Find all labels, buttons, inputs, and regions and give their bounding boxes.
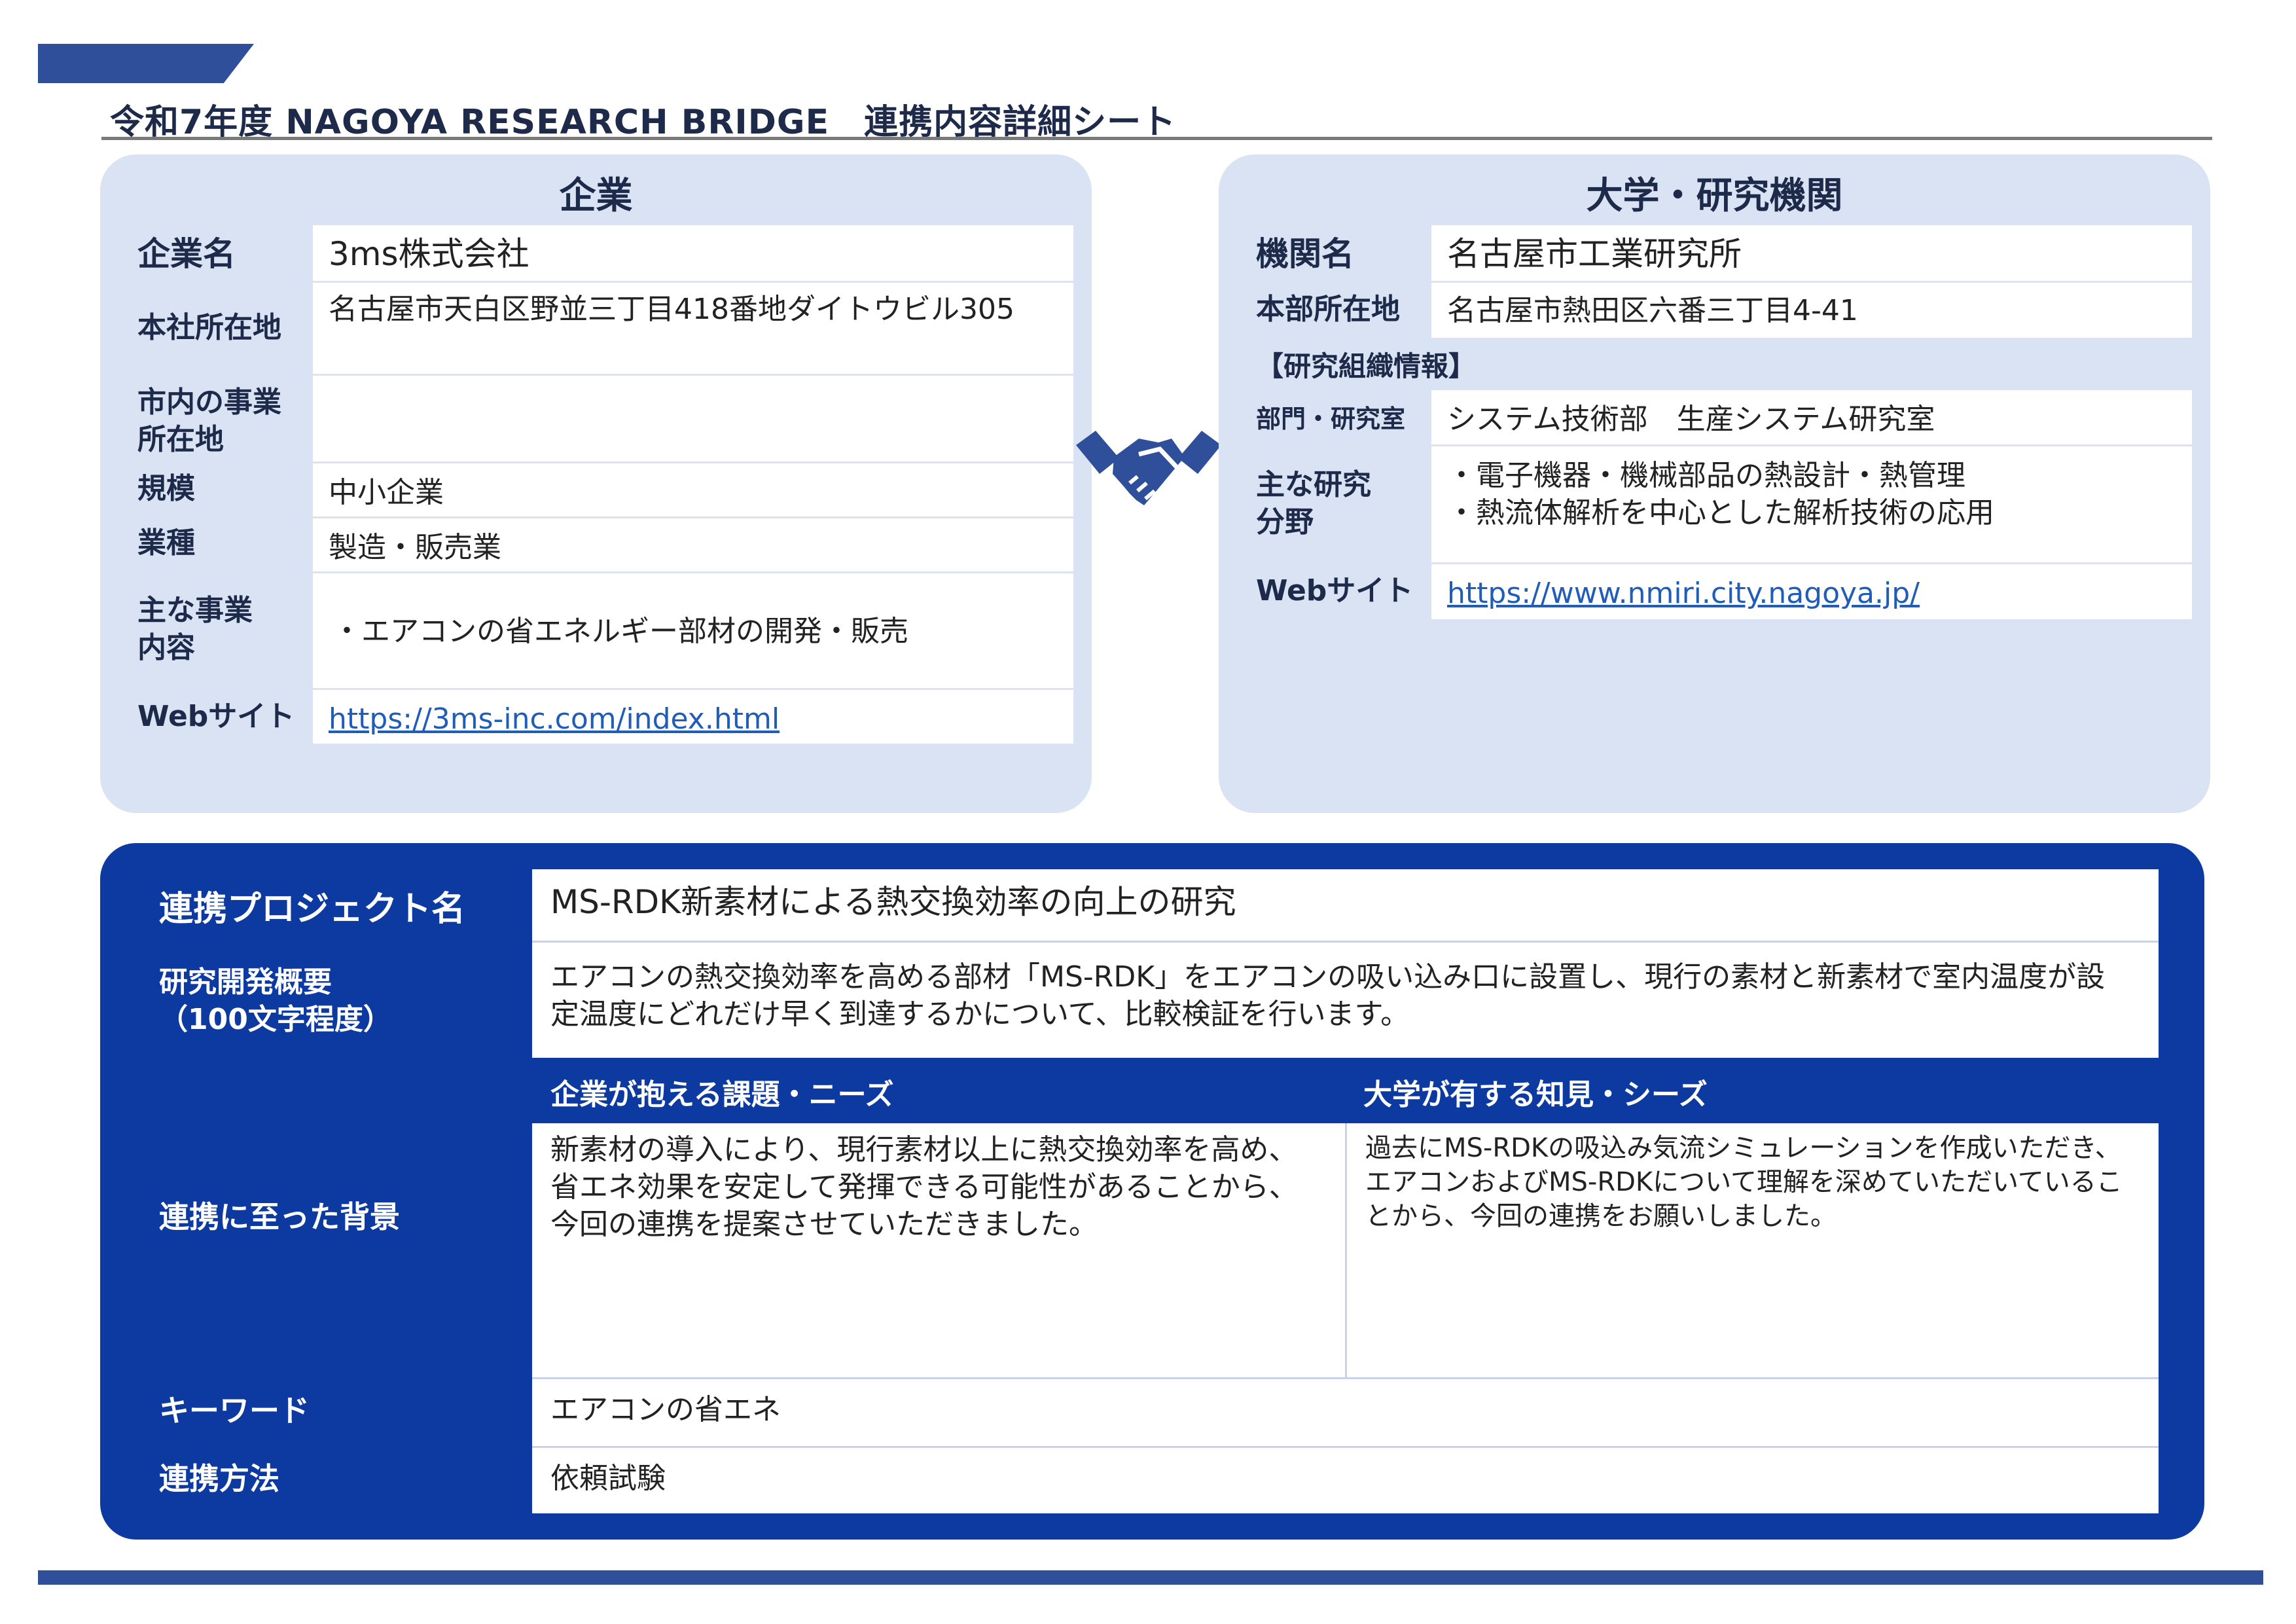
research-field-line-2: ・熱流体解析を中心とした解析技術の応用 — [1447, 496, 1994, 530]
project-name-value: MS-RDK新素材による熱交換効率の向上の研究 — [532, 869, 2159, 943]
research-field-label: 主な研究分野 — [1256, 468, 1371, 539]
handshake-icon — [1076, 431, 1221, 505]
company-name-value: 3ms株式会社 — [313, 225, 1073, 283]
city-office-label: 市内の事業所在地 — [137, 386, 281, 457]
needs-text: 新素材の導入により、現行素材以上に熱交換効率を高め、省エネ効果を安定して発揮でき… — [532, 1123, 1345, 1377]
department-label: 部門・研究室 — [1256, 405, 1406, 433]
institution-name-label: 機関名 — [1256, 235, 1354, 273]
summary-label: 研究開発概要 （100文字程度） — [159, 964, 392, 1038]
scale-label: 規模 — [137, 472, 195, 505]
city-office-value — [313, 376, 1073, 463]
company-heading: 企業 — [559, 175, 633, 217]
project-name-label: 連携プロジェクト名 — [159, 890, 466, 929]
project-section: 連携プロジェクト名 MS-RDK新素材による熱交換効率の向上の研究 研究開発概要… — [100, 843, 2204, 1540]
seeds-text: 過去にMS-RDKの吸込み気流シミュレーションを作成いただき、エアコンおよびMS… — [1347, 1123, 2159, 1377]
keyword-label: キーワード — [159, 1393, 310, 1428]
institution-web-value: https://www.nmiri.city.nagoya.jp/ — [1431, 564, 2192, 619]
hq-address-value: 名古屋市天白区野並三丁目418番地ダイトウビル305 — [313, 283, 1073, 376]
needs-heading: 企業が抱える課題・ニーズ — [550, 1078, 894, 1111]
research-field-line-1: ・電子機器・機械部品の熱設計・熱管理 — [1447, 459, 1965, 492]
department-value: システム技術部 生産システム研究室 — [1431, 390, 2192, 446]
footer-rule — [38, 1570, 2263, 1585]
hq-location-value: 名古屋市熱田区六番三丁目4-41 — [1431, 283, 2192, 338]
hq-location-label: 本部所在地 — [1256, 293, 1400, 326]
background-label: 連携に至った背景 — [159, 1199, 400, 1235]
hq-address-label: 本社所在地 — [137, 311, 281, 344]
business-label: 主な事業内容 — [137, 594, 253, 665]
document-title: 令和7年度 NAGOYA RESEARCH BRIDGE 連携内容詳細シート — [110, 103, 1177, 142]
industry-value: 製造・販売業 — [313, 518, 1073, 573]
company-web-value: https://3ms-inc.com/index.html — [313, 690, 1073, 744]
method-label: 連携方法 — [159, 1461, 279, 1496]
company-name-label: 企業名 — [137, 235, 236, 273]
institution-web-link[interactable]: https://www.nmiri.city.nagoya.jp/ — [1447, 577, 1920, 610]
business-value: ・エアコンの省エネルギー部材の開発・販売 — [313, 573, 1073, 690]
university-panel: 大学・研究機関 機関名 名古屋市工業研究所 本部所在地 名古屋市熱田区六番三丁目… — [1219, 154, 2210, 813]
method-value: 依頼試験 — [532, 1448, 2159, 1513]
title-divider — [101, 137, 2212, 140]
research-field-value: ・電子機器・機械部品の熱設計・熱管理 ・熱流体解析を中心とした解析技術の応用 — [1431, 446, 2192, 564]
institution-name-value: 名古屋市工業研究所 — [1431, 225, 2192, 283]
keyword-value: エアコンの省エネ — [532, 1379, 2159, 1446]
scale-value: 中小企業 — [313, 463, 1073, 518]
corner-tab-decoration — [38, 44, 254, 83]
company-panel: 企業 企業名 3ms株式会社 本社所在地 名古屋市天白区野並三丁目418番地ダイ… — [100, 154, 1092, 813]
industry-label: 業種 — [137, 526, 195, 560]
company-web-label: Webサイト — [137, 700, 295, 733]
seeds-heading: 大学が有する知見・シーズ — [1363, 1078, 1708, 1111]
institution-web-label: Webサイト — [1256, 574, 1414, 607]
summary-label-line-2: （100文字程度） — [159, 1003, 392, 1037]
university-heading: 大学・研究機関 — [1586, 175, 1843, 217]
research-org-heading: 【研究組織情報】 — [1256, 350, 1477, 382]
summary-label-line-1: 研究開発概要 — [159, 965, 332, 999]
summary-value: エアコンの熱交換効率を高める部材「MS-RDK」をエアコンの吸い込み口に設置し、… — [532, 943, 2159, 1058]
company-web-link[interactable]: https://3ms-inc.com/index.html — [329, 702, 780, 736]
